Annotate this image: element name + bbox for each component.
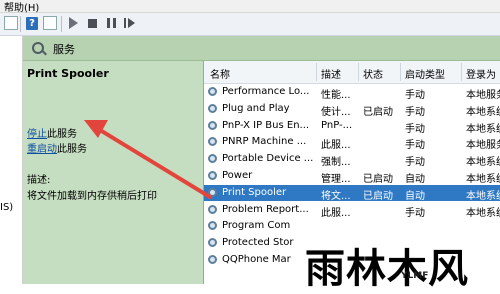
- gear-icon: [208, 238, 217, 248]
- toolbar: ?: [0, 13, 500, 36]
- restart-service-link[interactable]: 重启动: [27, 144, 57, 155]
- menu-bar: 帮助(H): [0, 0, 500, 14]
- stop-service-link[interactable]: 停止: [27, 129, 47, 140]
- gear-icon: [208, 137, 217, 147]
- cell-name: Protected Stor: [222, 237, 294, 249]
- description-label: 描述:: [27, 175, 51, 186]
- cell-status: 已启动: [363, 174, 393, 185]
- cell-desc: 使计...: [321, 106, 351, 118]
- stop-line: 停止此服务: [27, 125, 77, 140]
- gear-icon: [208, 171, 217, 180]
- cell-desc: 将文...: [321, 190, 351, 202]
- view-icon[interactable]: [43, 16, 57, 30]
- cell-desc: 此服...: [321, 207, 351, 219]
- gear-icon: [208, 221, 217, 231]
- cell-desc: PnP-...: [321, 119, 353, 131]
- cell-startup: 手动: [405, 207, 425, 219]
- cell-logon: 本地系统: [466, 157, 500, 169]
- cell-name: Power: [222, 170, 253, 181]
- watermark-small: YLMF: [401, 271, 429, 281]
- gear-icon: [208, 103, 217, 113]
- column-divider[interactable]: [316, 63, 317, 81]
- column-divider[interactable]: [461, 63, 462, 81]
- cell-logon: 本地服务: [466, 90, 500, 101]
- column-status[interactable]: 状态: [363, 66, 383, 81]
- column-divider[interactable]: [400, 63, 401, 81]
- cell-name: Portable Device ...: [222, 153, 314, 165]
- cell-startup: 手动: [405, 157, 425, 169]
- restart-line: 重启动此服务: [27, 140, 87, 155]
- column-startup[interactable]: 启动类型: [405, 66, 445, 81]
- cell-desc: 强制...: [321, 157, 351, 169]
- gear-icon: [208, 255, 217, 264]
- cell-startup: 手动: [405, 106, 425, 118]
- cell-startup: 手动: [405, 123, 425, 135]
- cell-status: 已启动: [363, 106, 393, 118]
- table-row[interactable]: Print Spooler 将文... 已启动自动 本地系统: [204, 184, 500, 202]
- toolbar-separator: [61, 16, 62, 32]
- help-icon[interactable]: ?: [25, 16, 39, 30]
- restart-icon[interactable]: [123, 16, 137, 30]
- menu-help[interactable]: 帮助(H): [4, 0, 39, 14]
- cell-desc: 管理...: [321, 174, 351, 185]
- stop-icon[interactable]: [85, 16, 99, 30]
- cell-name: Print Spooler: [222, 186, 287, 198]
- watermark-text: 雨林木风: [305, 245, 469, 292]
- table-row[interactable]: Power 管理... 已启动 自动 本地系统: [204, 168, 500, 185]
- stop-suffix: 此服务: [47, 129, 77, 140]
- cell-name: Performance Lo...: [222, 86, 310, 97]
- cell-desc: 性能...: [321, 90, 351, 101]
- cell-startup: 自动: [405, 190, 425, 202]
- service-title: Print Spooler: [27, 67, 109, 80]
- panel-title: 服务: [53, 43, 75, 56]
- table-row[interactable]: Plug and Play 使计... 已启动手动 本地系统: [204, 101, 500, 118]
- list-header: 名称 描述 状态 启动类型 登录为: [204, 61, 500, 84]
- table-row[interactable]: Performance Lo... 性能... 手动 本地服务: [204, 84, 500, 101]
- watermark-logo: 雨林木风 YLMF: [305, 238, 500, 292]
- table-row[interactable]: Portable Device ... 强制... 手动 本地系统: [204, 151, 500, 169]
- pause-icon[interactable]: [104, 16, 118, 30]
- description-text: 将文件加载到内存供稍后打印: [27, 191, 157, 202]
- cell-startup: 自动: [405, 174, 425, 185]
- table-row[interactable]: Problem Report... 此服... 手动 本地系统: [204, 202, 500, 219]
- panel-header: 服务: [23, 36, 500, 61]
- service-description-pane: Print Spooler 停止此服务 重启动此服务 描述: 将文件加载到内存供…: [23, 61, 203, 284]
- cell-status: 已启动: [363, 190, 393, 202]
- cell-name: Plug and Play: [222, 102, 290, 114]
- table-row[interactable]: Program Com: [204, 218, 500, 234]
- cell-logon: 本地系统: [466, 190, 500, 202]
- cell-startup: 手动: [405, 140, 425, 152]
- column-desc[interactable]: 描述: [321, 66, 341, 81]
- gear-icon: [208, 87, 217, 96]
- column-name[interactable]: 名称: [210, 66, 230, 81]
- properties-icon[interactable]: [4, 16, 18, 30]
- cell-startup: 手动: [405, 90, 425, 101]
- cell-logon: 本地系统: [466, 106, 500, 118]
- gear-icon: [208, 204, 217, 214]
- cell-logon: 本地服务: [466, 140, 500, 152]
- start-icon[interactable]: [66, 16, 80, 30]
- column-divider[interactable]: [358, 63, 359, 81]
- tree-fragment: IS): [0, 202, 14, 213]
- cell-name: PnP-X IP Bus En...: [222, 119, 310, 131]
- tree-pane: IS): [0, 36, 23, 284]
- gear-icon: [208, 187, 217, 197]
- table-row[interactable]: PNRP Machine ... 此服... 手动 本地服务: [204, 134, 500, 152]
- gear-icon: [208, 120, 217, 130]
- gear-icon: [208, 154, 217, 164]
- cell-desc: 此服...: [321, 140, 351, 152]
- cell-logon: 本地系统: [466, 123, 500, 135]
- cell-logon: 本地系统: [466, 207, 500, 219]
- column-logon[interactable]: 登录为: [466, 66, 496, 81]
- search-icon: [32, 42, 44, 54]
- cell-name: Problem Report...: [222, 203, 309, 215]
- cell-logon: 本地系统: [466, 174, 500, 185]
- cell-name: Program Com: [222, 220, 291, 232]
- cell-name: PNRP Machine ...: [222, 136, 307, 148]
- table-row[interactable]: PnP-X IP Bus En... PnP-... 手动 本地系统: [204, 118, 500, 135]
- toolbar-separator: [20, 16, 21, 32]
- cell-name: QQPhone Mar: [222, 254, 291, 265]
- restart-suffix: 此服务: [57, 144, 87, 155]
